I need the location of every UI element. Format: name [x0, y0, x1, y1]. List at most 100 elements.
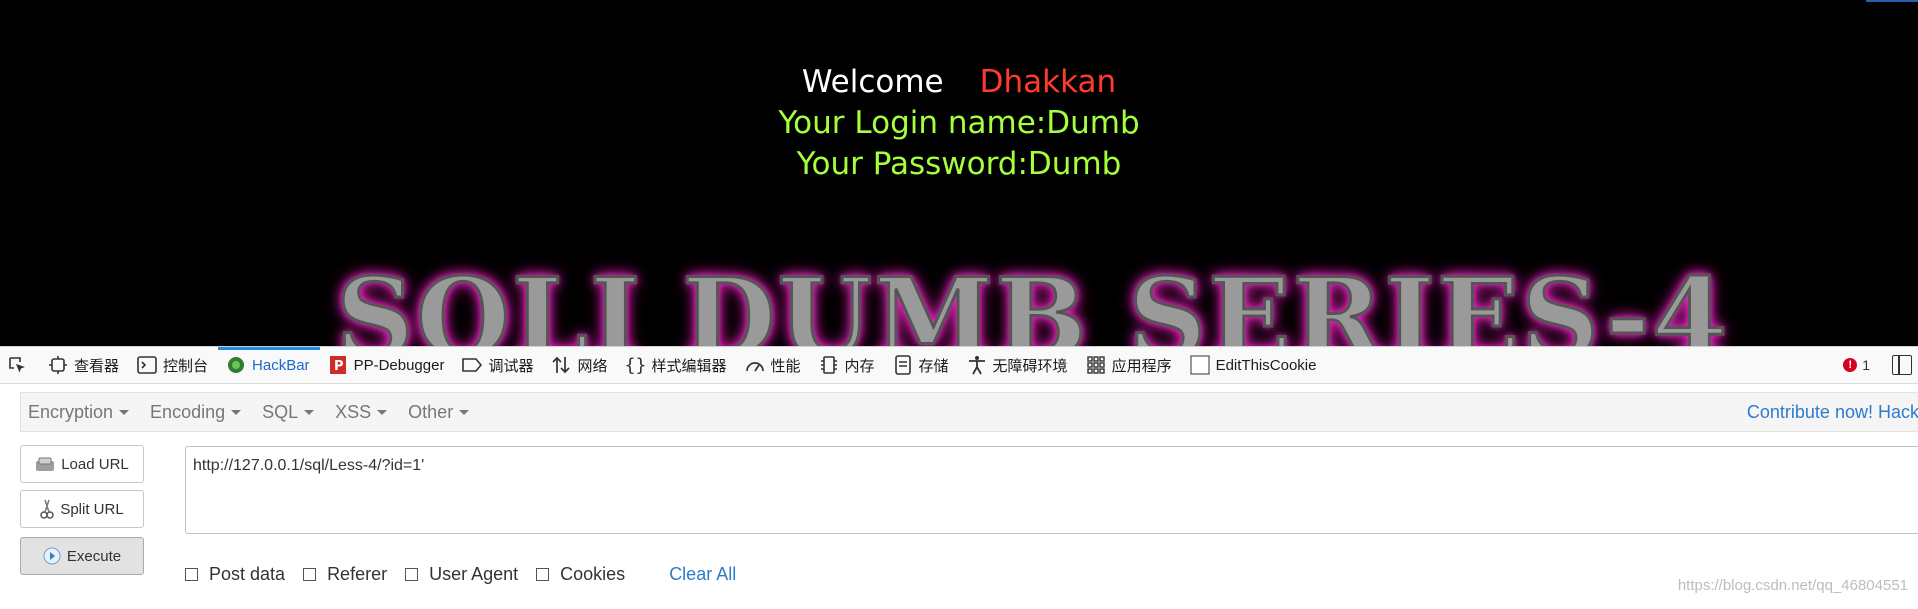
contribute-tail: Hack	[1877, 402, 1918, 422]
option-post-data[interactable]: Post data	[185, 564, 285, 585]
tab-hackbar[interactable]: HackBar	[218, 347, 320, 383]
tab-network[interactable]: 网络	[543, 347, 617, 383]
page-corner-accent	[1866, 0, 1918, 2]
tab-label: HackBar	[252, 356, 310, 374]
error-count-badge[interactable]: ! 1	[1843, 357, 1870, 373]
tab-application[interactable]: 应用程序	[1078, 347, 1182, 383]
devtools-panel: 查看器 控制台 HackBar P PP-Debugger 调试器 网络 {} …	[0, 346, 1918, 609]
tab-label: 存储	[918, 357, 949, 375]
option-user-agent[interactable]: User Agent	[405, 564, 518, 585]
tab-label: 调试器	[488, 357, 534, 375]
checkbox[interactable]	[405, 567, 419, 581]
contribute-label: Contribute now!	[1746, 402, 1873, 422]
execute-button[interactable]: Execute	[20, 537, 144, 575]
url-input[interactable]: http://127.0.0.1/sql/Less-4/?id=1'	[185, 446, 1918, 534]
load-url-label: Load URL	[61, 455, 129, 473]
web-page-content: Welcome Dhakkan Your Login name:Dumb Your…	[0, 0, 1918, 346]
style-editor-icon: {}	[624, 354, 647, 376]
memory-icon	[819, 355, 839, 375]
checkbox[interactable]	[303, 567, 317, 581]
checkbox[interactable]	[185, 567, 198, 581]
execute-label: Execute	[66, 547, 122, 565]
tab-label: PP-Debugger	[353, 356, 445, 374]
tab-label: EditThisCookie	[1215, 356, 1317, 374]
tab-label: 应用程序	[1111, 357, 1172, 375]
option-cookies[interactable]: Cookies	[536, 564, 625, 585]
svg-text:P: P	[334, 359, 344, 374]
hackbar-icon	[226, 355, 246, 375]
tab-label: 性能	[770, 357, 801, 375]
chevron-down-icon	[377, 409, 388, 415]
menu-xss[interactable]: XSS	[328, 402, 401, 423]
console-icon	[137, 355, 157, 375]
tab-inspector[interactable]: 查看器	[40, 347, 129, 383]
clear-all-link[interactable]: Clear All	[669, 564, 736, 585]
option-label: User Agent	[429, 563, 519, 584]
password-line: Your Password:Dumb	[796, 146, 1122, 182]
menu-encoding[interactable]: Encoding	[143, 402, 255, 423]
tab-label: 内存	[844, 357, 875, 375]
load-url-button[interactable]: Load URL	[20, 445, 144, 483]
application-icon	[1086, 355, 1106, 375]
chevron-down-icon	[119, 409, 130, 415]
menu-label: XSS	[335, 401, 372, 422]
devtools-right-controls: ! 1	[1843, 347, 1918, 383]
tab-accessibility[interactable]: 无障碍环境	[959, 347, 1078, 383]
option-referer[interactable]: Referer	[303, 564, 387, 585]
chevron-down-icon	[231, 409, 242, 415]
devtools-tab-bar: 查看器 控制台 HackBar P PP-Debugger 调试器 网络 {} …	[0, 347, 1918, 384]
option-label: Post data	[209, 563, 286, 584]
network-icon	[551, 355, 571, 375]
storage-icon	[893, 355, 913, 375]
tab-storage[interactable]: 存储	[885, 347, 959, 383]
tab-performance[interactable]: 性能	[737, 347, 811, 383]
tab-label: 查看器	[74, 357, 120, 375]
tab-memory[interactable]: 内存	[811, 347, 885, 383]
performance-icon	[745, 355, 765, 375]
chevron-down-icon	[304, 409, 315, 415]
tab-debugger[interactable]: 调试器	[454, 347, 543, 383]
menu-label: SQL	[262, 401, 299, 422]
tab-label: 无障碍环境	[992, 357, 1068, 375]
option-label: Cookies	[560, 563, 626, 584]
tab-label: 网络	[577, 357, 608, 375]
tab-console[interactable]: 控制台	[129, 347, 218, 383]
split-url-button[interactable]: Split URL	[20, 490, 144, 528]
tab-label: 控制台	[163, 357, 209, 375]
load-url-icon	[35, 456, 55, 472]
scissors-icon	[40, 499, 55, 519]
split-url-label: Split URL	[60, 500, 124, 518]
pp-debugger-icon: P	[328, 355, 348, 375]
option-label: Referer	[327, 563, 388, 584]
dock-side-icon[interactable]	[1892, 355, 1912, 375]
tab-editthiscookie[interactable]: EditThisCookie	[1182, 347, 1327, 383]
watermark-text: https://blog.csdn.net/qq_46804551	[1677, 577, 1908, 594]
menu-sql[interactable]: SQL	[255, 402, 328, 423]
series-banner-logo: SQLI DUMB SERIES-4	[335, 255, 1730, 347]
welcome-name: Dhakkan	[979, 64, 1117, 100]
accessibility-icon	[967, 355, 987, 375]
menu-encryption[interactable]: Encryption	[21, 402, 143, 423]
menu-label: Other	[408, 401, 454, 422]
inspector-icon	[48, 355, 68, 375]
error-icon: !	[1843, 358, 1858, 372]
welcome-label: Welcome	[801, 64, 944, 100]
element-picker-icon	[7, 355, 27, 375]
menu-label: Encryption	[28, 401, 114, 422]
contribute-link[interactable]: Contribute now! Hack	[1747, 393, 1918, 431]
tab-label: 样式编辑器	[651, 357, 727, 375]
menu-other[interactable]: Other	[401, 402, 483, 423]
tab-pp-debugger[interactable]: P PP-Debugger	[320, 347, 455, 383]
request-options: Post data Referer User Agent Cookies Cle…	[185, 559, 736, 589]
debugger-icon	[462, 355, 483, 375]
hackbar-menu: Encryption Encoding SQL XSS Other Contri…	[20, 392, 1918, 432]
chevron-down-icon	[459, 409, 470, 415]
error-count: 1	[1862, 357, 1870, 373]
tab-style-editor[interactable]: {} 样式编辑器	[617, 347, 736, 383]
element-picker-button[interactable]	[0, 347, 40, 383]
login-name-line: Your Login name:Dumb	[778, 105, 1140, 141]
editthiscookie-icon	[1189, 355, 1210, 375]
welcome-line: Welcome Dhakkan	[0, 62, 1918, 102]
checkbox[interactable]	[536, 567, 550, 581]
play-icon	[43, 547, 61, 565]
